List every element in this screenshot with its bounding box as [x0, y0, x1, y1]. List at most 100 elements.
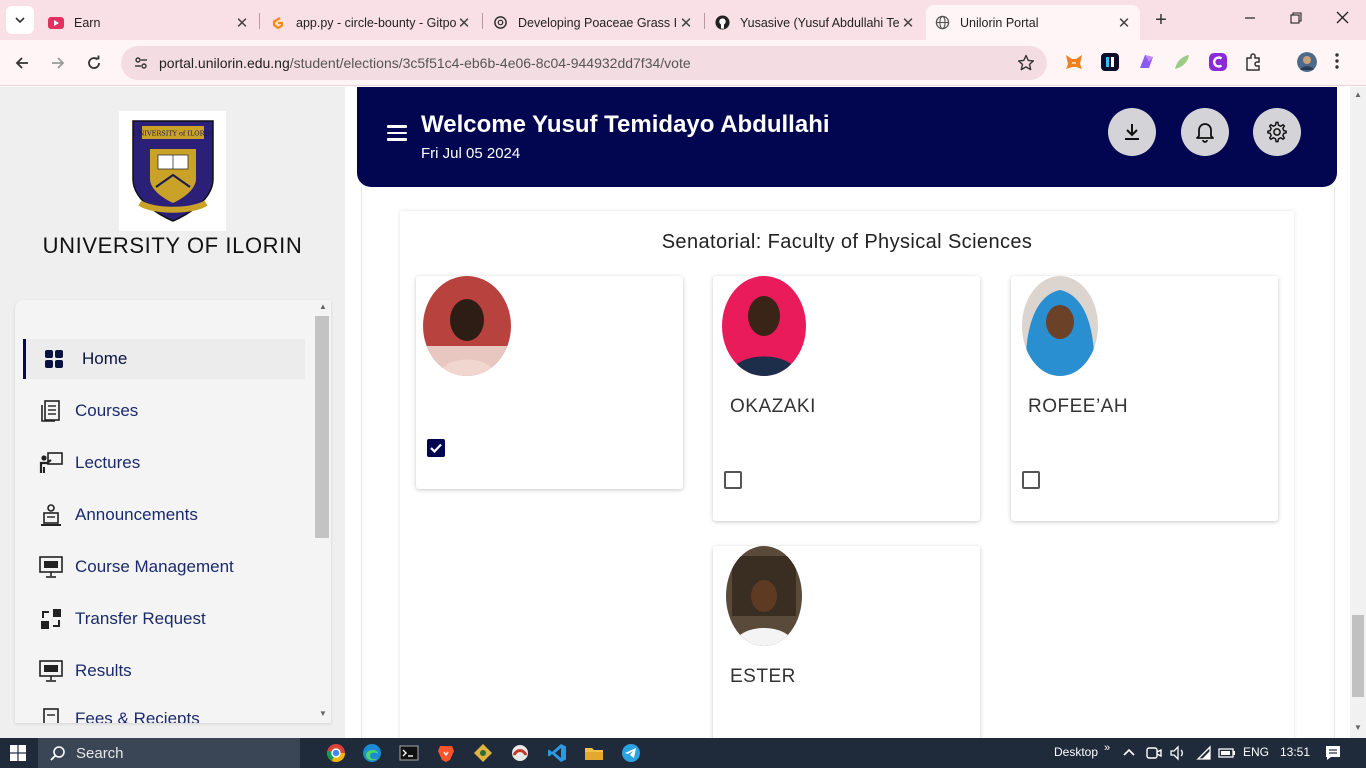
announcement-icon [38, 502, 64, 528]
new-tab-button[interactable]: + [1150, 9, 1172, 31]
git-client-taskbar-icon[interactable] [473, 743, 493, 763]
battery-icon[interactable] [1218, 745, 1235, 761]
volume-icon[interactable] [1170, 745, 1186, 761]
scroll-up-icon[interactable]: ▲ [318, 302, 328, 311]
candidate-checkbox[interactable] [427, 439, 445, 457]
extension-leaf-icon[interactable] [1172, 52, 1192, 72]
tab-chatgpt[interactable]: Developing Poaceae Grass ID ✕ [484, 5, 702, 40]
sidebar-scroll-thumb[interactable] [315, 316, 329, 538]
sidebar-item-home[interactable]: Home [23, 339, 305, 379]
clock[interactable]: 13:51 [1280, 745, 1310, 759]
notifications-button[interactable] [1181, 108, 1229, 156]
windows-taskbar: Search Desktop » ENG 13:51 [0, 738, 1366, 768]
brave-taskbar-icon[interactable] [436, 743, 456, 763]
close-icon[interactable]: ✕ [1116, 14, 1132, 32]
checkmark-icon [430, 443, 442, 453]
taskbar-search[interactable]: Search [38, 738, 300, 768]
minimize-button[interactable] [1230, 6, 1270, 34]
bell-icon [1196, 123, 1214, 143]
chevron-down-icon [15, 17, 25, 24]
sidebar-item-transfer-request[interactable]: Transfer Request [23, 599, 305, 639]
candidate-checkbox[interactable] [724, 471, 742, 489]
edge-taskbar-icon[interactable] [362, 743, 382, 763]
restore-button[interactable] [1276, 6, 1316, 34]
forward-button[interactable] [44, 49, 72, 77]
sidebar-item-course-management[interactable]: Course Management [23, 547, 305, 587]
top-header: Welcome Yusuf Temidayo Abdullahi Fri Jul… [357, 87, 1337, 187]
tab-github[interactable]: Yusasive (Yusuf Abdullahi Te ✕ [706, 5, 924, 40]
sidebar-item-label: Announcements [75, 505, 198, 524]
browser-menu-icon[interactable] [1334, 52, 1348, 72]
close-icon[interactable]: ✕ [900, 14, 916, 32]
election-ballot: Senatorial: Faculty of Physical Sciences… [400, 211, 1294, 738]
download-button[interactable] [1108, 108, 1156, 156]
scroll-down-icon[interactable]: ▼ [318, 709, 328, 718]
close-icon[interactable]: ✕ [456, 14, 472, 32]
page-scroll-thumb[interactable] [1352, 615, 1364, 697]
chevron-right-icon[interactable]: » [1104, 742, 1110, 754]
url-host: portal.unilorin.edu.ng [159, 55, 290, 71]
receipt-icon [38, 706, 64, 723]
candidate-card[interactable]: ROFEE’AH [1011, 276, 1278, 521]
openai-icon [492, 15, 508, 31]
candidate-checkbox[interactable] [1022, 471, 1040, 489]
close-icon[interactable]: ✕ [678, 14, 694, 32]
back-button[interactable] [8, 49, 36, 77]
sidebar-item-lectures[interactable]: Lectures [23, 443, 305, 483]
extension-c-icon[interactable] [1208, 52, 1228, 72]
desktop-toolbar-label[interactable]: Desktop [1054, 745, 1098, 759]
vscode-taskbar-icon[interactable] [547, 743, 567, 763]
camera-mic-icon[interactable] [1146, 745, 1162, 761]
tab-search-button[interactable] [6, 6, 34, 34]
welcome-heading: Welcome Yusuf Temidayo Abdullahi [421, 111, 830, 138]
candidate-card[interactable]: ESTER [713, 546, 980, 738]
candidate-name: ESTER [730, 666, 796, 687]
tab-gitpod[interactable]: app.py - circle-bounty - Gitpod ✕ [262, 5, 480, 40]
sidebar-scrollbar[interactable]: ▲ ▼ [315, 300, 331, 723]
notification-center-icon[interactable] [1324, 744, 1342, 762]
sidebar-item-fees-receipts[interactable]: Fees & Reciepts [23, 699, 305, 723]
settings-button[interactable] [1253, 108, 1301, 156]
page-frame [361, 187, 362, 738]
file-explorer-taskbar-icon[interactable] [584, 743, 604, 763]
page-scrollbar[interactable]: ▲ ▼ [1350, 87, 1366, 738]
sidebar-item-results[interactable]: Results [23, 651, 305, 691]
dashboard-icon [41, 346, 67, 372]
telegram-taskbar-icon[interactable] [621, 743, 641, 763]
tab-earn[interactable]: Earn ✕ [40, 5, 258, 40]
candidate-card[interactable]: OKAZAKI [713, 276, 980, 521]
close-window-button[interactable] [1322, 6, 1362, 34]
menu-toggle-icon[interactable] [387, 125, 407, 145]
sidebar-item-courses[interactable]: Courses [23, 391, 305, 431]
url-path: /student/elections/3c5f51c4-eb6b-4e06-8c… [289, 55, 691, 71]
chrome-taskbar-icon[interactable] [326, 743, 346, 763]
close-icon[interactable]: ✕ [234, 14, 250, 32]
wifi-icon[interactable] [1196, 745, 1212, 761]
app-taskbar-icon[interactable] [510, 743, 530, 763]
reload-button[interactable] [80, 49, 108, 77]
windows-start-icon[interactable] [10, 745, 26, 766]
terminal-taskbar-icon[interactable] [399, 743, 419, 763]
bookmark-star-icon[interactable] [1017, 54, 1035, 77]
profile-avatar[interactable] [1297, 52, 1317, 72]
candidate-card[interactable] [416, 276, 683, 489]
scroll-down-icon[interactable]: ▼ [1353, 723, 1363, 732]
youtube-icon [48, 15, 64, 31]
site-info-icon[interactable] [129, 51, 153, 75]
extension-gradient-icon[interactable] [1136, 52, 1156, 72]
extension-square-icon[interactable] [1100, 52, 1120, 72]
tab-unilorin-portal[interactable]: Unilorin Portal ✕ [926, 5, 1140, 40]
address-bar[interactable]: portal.unilorin.edu.ng/student/elections… [121, 46, 1047, 80]
metamask-extension-icon[interactable] [1064, 52, 1084, 72]
scroll-up-icon[interactable]: ▲ [1353, 90, 1363, 99]
sidebar-item-announcements[interactable]: Announcements [23, 495, 305, 535]
gear-icon [1267, 121, 1287, 143]
chevron-up-icon[interactable] [1122, 745, 1138, 761]
extensions-puzzle-icon[interactable] [1244, 52, 1264, 72]
restore-icon [1290, 12, 1302, 24]
language-indicator[interactable]: ENG [1243, 745, 1269, 759]
sidebar-item-label: Fees & Reciepts [75, 709, 200, 723]
university-crest-icon: UNIVERSITY of ILORIN [131, 120, 214, 222]
tab-divider [704, 13, 705, 29]
sidebar-item-label: Lectures [75, 453, 141, 472]
